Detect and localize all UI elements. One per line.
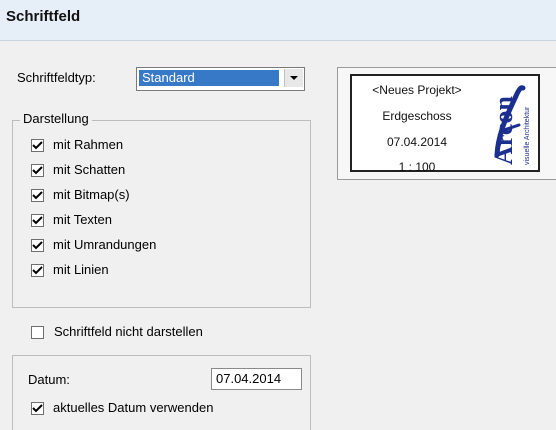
check-icon — [32, 216, 43, 225]
type-select[interactable]: Standard — [136, 67, 305, 91]
date-input[interactable]: 07.04.2014 — [211, 368, 302, 390]
borders-checkbox[interactable] — [31, 239, 44, 252]
use-current-date-checkbox[interactable] — [31, 402, 44, 415]
bitmap-label: mit Bitmap(s) — [53, 187, 130, 202]
preview-project: <Neues Projekt> — [372, 83, 462, 97]
check-icon — [32, 141, 43, 150]
hide-title-block-checkbox[interactable] — [31, 326, 44, 339]
frame-checkbox[interactable] — [31, 139, 44, 152]
check-icon — [32, 404, 43, 413]
lines-label: mit Linien — [53, 262, 109, 277]
preview-date: 07.04.2014 — [386, 135, 448, 149]
svg-text:Arcon: Arcon — [490, 96, 518, 165]
date-label: Datum: — [28, 372, 70, 387]
arcon-logo: Arcon visuelle Architektur — [489, 79, 536, 167]
type-label: Schriftfeldtyp: — [17, 70, 96, 85]
chevron-down-icon — [290, 76, 298, 80]
texts-label: mit Texten — [53, 212, 113, 227]
title-block-preview: <Neues Projekt> Erdgeschoss 07.04.2014 1… — [350, 74, 540, 174]
lines-checkbox[interactable] — [31, 264, 44, 277]
window-title: Schriftfeld — [6, 8, 81, 25]
frame-label: mit Rahmen — [53, 137, 124, 152]
texts-checkbox[interactable] — [31, 214, 44, 227]
bitmap-checkbox[interactable] — [31, 189, 44, 202]
check-icon — [32, 241, 43, 250]
date-groupbox — [12, 355, 311, 430]
shadow-label: mit Schatten — [53, 162, 126, 177]
use-current-date-label: aktuelles Datum verwenden — [53, 400, 214, 415]
borders-label: mit Umrandungen — [53, 237, 157, 252]
dropdown-button[interactable] — [284, 69, 303, 87]
check-icon — [32, 191, 43, 200]
display-legend: Darstellung — [20, 111, 92, 126]
title-bar: Schriftfeld — [0, 0, 556, 41]
preview-floor: Erdgeschoss — [382, 109, 452, 123]
preview-scale: 1 : 100 — [398, 160, 436, 174]
svg-text:visuelle Architektur: visuelle Architektur — [524, 106, 531, 165]
type-select-value: Standard — [139, 70, 279, 86]
check-icon — [32, 266, 43, 275]
check-icon — [32, 166, 43, 175]
hide-title-block-label: Schriftfeld nicht darstellen — [54, 324, 203, 339]
shadow-checkbox[interactable] — [31, 164, 44, 177]
